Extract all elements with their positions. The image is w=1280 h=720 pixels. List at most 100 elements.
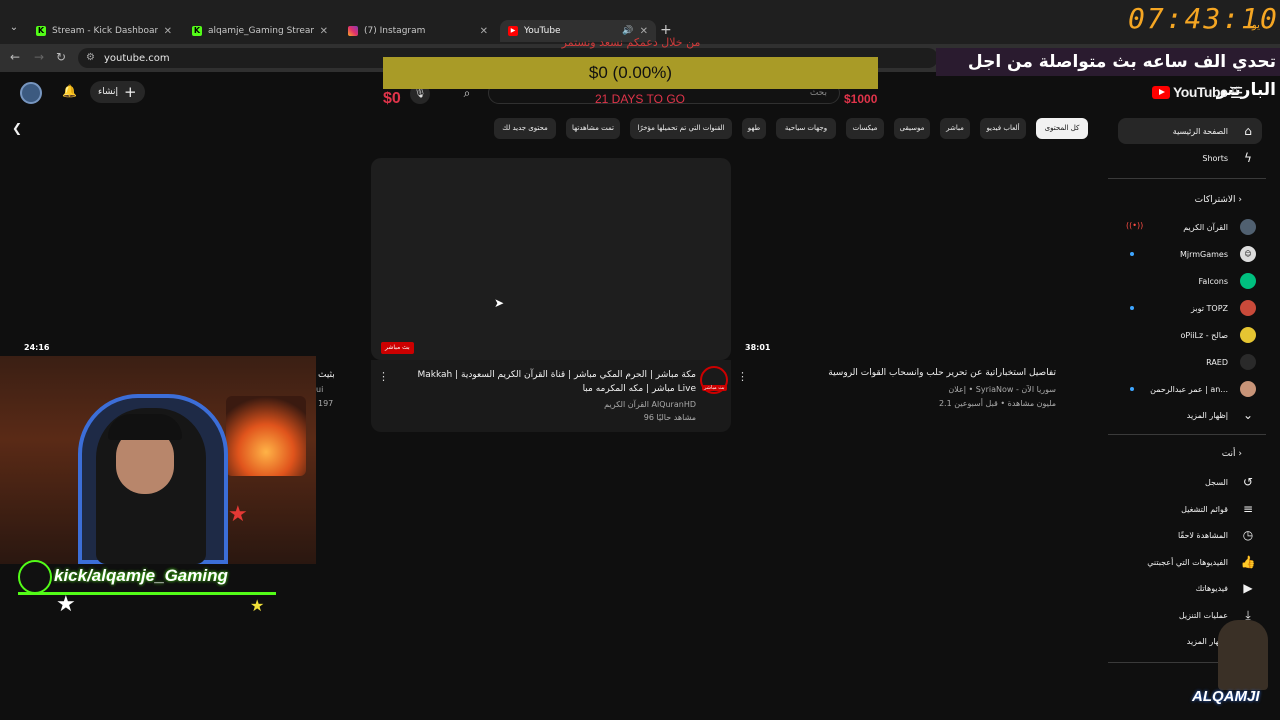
mouse-cursor-icon: ➤	[494, 296, 505, 310]
sidebar-sub-6[interactable]: عمر عبدالرحمن | an...	[1118, 376, 1262, 402]
notifications-icon[interactable]: 🔔	[62, 84, 77, 98]
sidebar-item-your-videos[interactable]: فيديوهاتك ▶	[1118, 575, 1262, 601]
chip-all[interactable]: كل المحتوى	[1036, 118, 1088, 139]
more-options-icon[interactable]: ⋮	[378, 370, 389, 383]
sidebar: الصفحة الرئيسية ⌂ Shorts ϟ الاشتراكات › …	[1108, 114, 1266, 674]
kick-icon: K	[192, 26, 202, 36]
chip[interactable]: محتوى جديد لك	[494, 118, 556, 139]
new-content-dot	[1130, 387, 1134, 391]
channel-name[interactable]: القرآن الكريم AlQuranHD	[560, 400, 696, 409]
more-options-icon[interactable]: ⋮	[737, 370, 748, 383]
chip[interactable]: طهو	[742, 118, 766, 139]
instagram-icon	[348, 26, 358, 36]
header-label: أنت	[1221, 449, 1236, 459]
sidebar-sub-0[interactable]: ((•)) القرآن الكريم	[1118, 214, 1262, 240]
sidebar-sub-2[interactable]: Falcons	[1118, 268, 1262, 294]
sidebar-item-liked[interactable]: الفيديوهات التي أعجبتني 👍	[1118, 549, 1262, 575]
back-icon[interactable]: ←	[10, 50, 20, 64]
site-info-icon[interactable]: ⚙	[86, 52, 95, 63]
live-icon: ((•))	[1126, 221, 1144, 230]
youtube-logo[interactable]: YouTube JO	[1152, 84, 1237, 100]
sidebar-show-more-subs[interactable]: إظهار المزيد ⌄	[1118, 402, 1262, 428]
chip[interactable]: مباشر	[940, 118, 970, 139]
chevron-left-icon[interactable]: ❮	[12, 121, 22, 135]
sidebar-sub-1[interactable]: MjrmGames ☺	[1118, 241, 1262, 267]
new-content-dot	[1130, 306, 1134, 310]
youtube-icon: ▶	[508, 26, 518, 36]
sidebar-item-label: Falcons	[1198, 276, 1228, 286]
sidebar-item-label: الفيديوهات التي أعجبتني	[1147, 557, 1228, 567]
tab-kick-stream[interactable]: K alqamje_Gaming Stream - Watc ✕	[184, 20, 336, 42]
tab-search-icon[interactable]: ⌄	[6, 20, 22, 36]
kick-handle: kick/alqamje_Gaming	[54, 566, 228, 585]
channel-avatar: ☺	[1240, 246, 1256, 262]
clock-icon: ◷	[1242, 528, 1254, 542]
sidebar-sub-5[interactable]: RAED	[1118, 349, 1262, 375]
channel-avatar	[1240, 327, 1256, 343]
sidebar-item-label: توبز TOPZ	[1190, 303, 1228, 313]
donation-goal-bar: $0 (0.00%)	[383, 57, 878, 89]
tab-title: YouTube	[524, 26, 561, 36]
chip[interactable]: ميكسات	[846, 118, 884, 139]
sidebar-sub-3[interactable]: توبز TOPZ	[1118, 295, 1262, 321]
video-title[interactable]: تفاصيل استخباراتية عن تحرير حلب وانسحاب …	[760, 368, 1056, 378]
view-count: 2.1 مليون مشاهدة • قبل أسبوعين	[938, 399, 1056, 408]
forward-icon[interactable]: →	[34, 50, 44, 64]
history-icon: ↺	[1242, 475, 1254, 489]
view-count: 197	[318, 399, 334, 408]
sidebar-item-history[interactable]: السجل ↺	[1118, 469, 1262, 495]
sidebar-item-label: السجل	[1204, 477, 1228, 487]
video-duration: 24:16	[24, 343, 50, 352]
video-title[interactable]: بثيث	[318, 370, 335, 380]
sidebar-item-label: MjrmGames	[1179, 249, 1228, 259]
close-icon[interactable]: ✕	[320, 26, 328, 37]
corner-text: يو	[1252, 20, 1260, 31]
avatar-live-badge: بث مباشر	[702, 385, 727, 391]
chip[interactable]: القنوات التي تم تحميلها مؤخرًا	[630, 118, 732, 139]
account-avatar[interactable]	[20, 82, 42, 104]
channel-avatar	[1240, 273, 1256, 289]
video-duration: 38:01	[745, 343, 771, 352]
sidebar-item-watch-later[interactable]: المشاهدة لاحقًا ◷	[1118, 522, 1262, 548]
chip[interactable]: وجهات سياحية	[776, 118, 836, 139]
sidebar-item-playlists[interactable]: قوائم التشغيل ≡	[1118, 496, 1262, 522]
close-icon[interactable]: ✕	[164, 26, 172, 37]
star-icon: ★	[250, 596, 265, 615]
brand-logo: ALQAMJI	[1192, 688, 1260, 705]
channel-avatar	[1240, 381, 1256, 397]
tab-title: Stream - Kick Dashboard	[52, 26, 158, 36]
close-icon[interactable]: ✕	[640, 26, 648, 37]
close-icon[interactable]: ✕	[480, 26, 488, 37]
subscriptions-header[interactable]: الاشتراكات ›	[1118, 195, 1262, 205]
video-title[interactable]: مكة مباشر | الحرم المكي مباشر | قناة الق…	[400, 368, 696, 396]
sidebar-item-label: إظهار المزيد	[1186, 410, 1228, 420]
sidebar-item-shorts[interactable]: Shorts ϟ	[1118, 145, 1262, 171]
channel-avatar	[1240, 354, 1256, 370]
channel-name[interactable]: ui	[316, 385, 323, 394]
chip[interactable]: تمت مشاهدتها	[566, 118, 620, 139]
sidebar-item-label: الصفحة الرئيسية	[1172, 126, 1228, 136]
new-content-dot	[1130, 252, 1134, 256]
speaker-icon[interactable]: 🔊	[622, 26, 633, 36]
channel-avatar	[1240, 300, 1256, 316]
logo-text: YouTube	[1173, 84, 1228, 100]
live-video-thumbnail[interactable]	[371, 158, 731, 360]
plus-icon: +	[124, 83, 137, 101]
reload-icon[interactable]: ↻	[56, 50, 66, 64]
create-button[interactable]: إنشاء +	[90, 81, 145, 103]
sidebar-item-label: oPiiLz - صالح	[1180, 330, 1228, 340]
sidebar-item-home[interactable]: الصفحة الرئيسية ⌂	[1118, 118, 1262, 144]
create-label: إنشاء	[98, 87, 119, 97]
tab-title: (7) Instagram	[364, 26, 426, 36]
chip[interactable]: موسيقى	[894, 118, 930, 139]
goal-days: 21 DAYS TO GO	[594, 92, 686, 106]
sidebar-item-label: قوائم التشغيل	[1181, 504, 1228, 514]
sidebar-sub-4[interactable]: oPiiLz - صالح	[1118, 322, 1262, 348]
country-code: JO	[1230, 89, 1237, 95]
kick-live-logo	[18, 560, 52, 594]
channel-name[interactable]: إعلان • SyriaNow - سوريا الآن	[860, 385, 1056, 394]
tab-kick-dashboard[interactable]: K Stream - Kick Dashboard ✕	[28, 20, 180, 42]
chip[interactable]: ألعاب فيديو	[980, 118, 1026, 139]
youtube-play-icon	[1152, 85, 1170, 99]
you-header[interactable]: أنت ›	[1118, 449, 1262, 459]
